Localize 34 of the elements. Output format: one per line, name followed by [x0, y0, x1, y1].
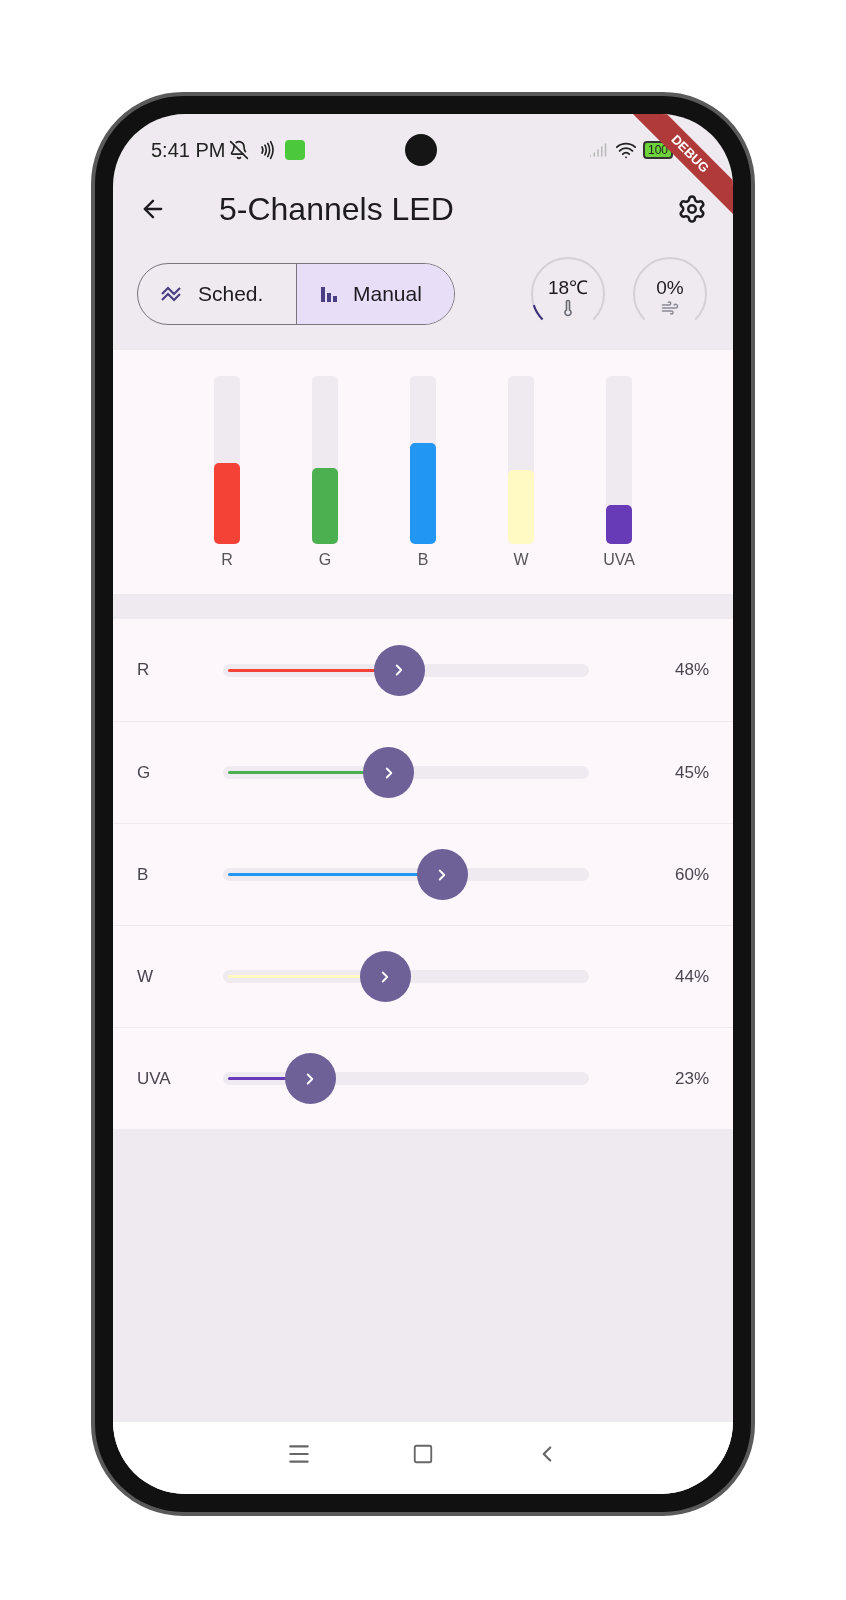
channel-label: B [137, 863, 150, 886]
bar-label: UVA [603, 550, 635, 570]
wind-icon [661, 298, 679, 317]
channel-label: W [137, 965, 155, 988]
mode-tab[interactable]: Sched. [138, 264, 296, 324]
channel-reading: 44% [674, 965, 709, 988]
zigzag-chart-icon [160, 285, 184, 303]
app-notification-icon [285, 140, 306, 160]
bar-label: B [417, 550, 429, 570]
channel-label: R [137, 659, 151, 682]
home-icon[interactable] [412, 1443, 434, 1465]
signal-icon [588, 141, 607, 159]
slider-thumb[interactable] [359, 951, 411, 1002]
channel-reading: 48% [674, 659, 709, 682]
channel-reading: 23% [674, 1067, 709, 1090]
slider-thumb[interactable] [363, 747, 415, 798]
status-time: 5:41 PM [151, 138, 226, 163]
channel-label: UVA [137, 1067, 172, 1090]
mode-tab[interactable]: Manual [296, 264, 454, 324]
channel-label: G [137, 761, 152, 784]
slider-thumb[interactable] [416, 849, 468, 900]
bar-chart-icon [319, 284, 339, 304]
bell-off-icon [229, 140, 250, 160]
bar-label: W [513, 550, 529, 570]
channel-reading: 60% [674, 863, 709, 886]
gauge-reading: 18℃ [547, 277, 589, 297]
gauge-reading: 0% [656, 277, 684, 297]
channel-reading: 45% [674, 761, 709, 784]
settings-button[interactable] [677, 194, 707, 224]
slider-thumb[interactable] [284, 1053, 336, 1104]
bar-label: R [221, 550, 233, 570]
camera-hole [405, 134, 438, 166]
page-title: 5-Channels LED [219, 190, 454, 229]
bar-label: G [318, 550, 332, 570]
